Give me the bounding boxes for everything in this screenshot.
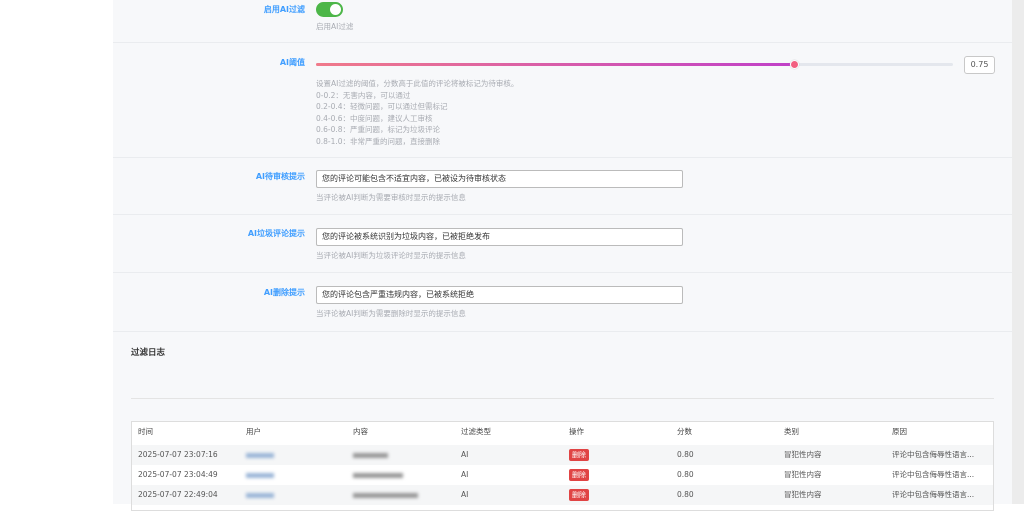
redacted-user [246,492,274,498]
delete-button[interactable]: 删除 [569,449,589,461]
enable-ai-label: 启用AI过滤 [263,5,305,14]
time-cell: 2025-07-07 23:04:49 [138,470,218,479]
spam-message-input[interactable]: 您的评论被系统识别为垃圾内容，已被拒绝发布 [316,228,683,246]
divider [131,398,994,399]
action-cell: 删除 [569,445,589,465]
threshold-row: AI阈值 0.75 设置AI过滤的阈值，分数高于此值的评论将被标记为待审核。 0… [113,43,1012,158]
help-line: 0.8-1.0：非常严重的问题，直接删除 [316,136,441,146]
help-line: 0.6-0.8：严重问题，标记为垃圾评论 [316,125,441,134]
action-cell: 删除 [569,485,589,505]
content-cell [353,485,418,505]
delete-message-input[interactable]: 您的评论包含严重违规内容，已被系统拒绝 [316,286,683,304]
time-cell: 2025-07-07 23:07:16 [138,450,218,459]
user-cell[interactable] [246,485,274,505]
pending-row: AI待审核提示 您的评论可能包含不适宜内容，已被设为待审核状态 当评论被AI判断… [113,158,1012,215]
redacted-user [246,452,274,458]
threshold-label: AI阈值 [279,58,305,67]
time-cell: 2025-07-07 22:49:04 [138,490,218,499]
redacted-content [353,452,388,458]
category-cell: 冒犯性内容 [784,470,822,479]
help-line: 0-0.2：无害内容，可以通过 [316,90,411,100]
scrollbar[interactable] [1012,0,1024,504]
settings-panel: 启用AI过滤 启用AI过滤 AI阈值 0.75 设置AI过滤的阈值，分数高于此值… [113,0,1012,511]
spam-row: AI垃圾评论提示 您的评论被系统识别为垃圾内容，已被拒绝发布 当评论被AI判断为… [113,215,1012,273]
delete-button[interactable]: 删除 [569,469,589,481]
user-cell[interactable] [246,465,274,485]
category-cell: 冒犯性内容 [784,450,822,459]
filter-log-title: 过滤日志 [131,348,166,358]
content-cell [353,465,403,485]
redacted-user [246,472,274,478]
type-cell: AI [461,490,469,499]
threshold-slider[interactable] [316,60,953,69]
reason-cell: 评论中包含侮辱性语言... [892,490,975,499]
pending-label: AI待审核提示 [255,172,305,181]
table-row: 2025-07-07 23:04:49 AI 删除 0.80 冒犯性内容 评论中… [132,465,993,485]
help-line: 设置AI过滤的阈值，分数高于此值的评论将被标记为待审核。 [316,79,519,88]
column-header: 内容 [353,427,368,436]
reason-cell: 评论中包含侮辱性语言... [892,450,975,459]
enable-ai-row: 启用AI过滤 启用AI过滤 [113,0,1012,43]
type-cell: AI [461,470,469,479]
column-header: 类别 [784,427,799,436]
content-cell [353,445,388,465]
redacted-content [353,472,403,478]
category-cell: 冒犯性内容 [784,490,822,499]
reason-cell: 评论中包含侮辱性语言... [892,470,975,479]
spam-help: 当评论被AI判断为垃圾评论时显示的提示信息 [316,251,466,260]
column-header: 时间 [138,427,153,436]
enable-ai-toggle[interactable] [316,2,343,17]
threshold-help: 设置AI过滤的阈值，分数高于此值的评论将被标记为待审核。 0-0.2：无害内容，… [316,78,518,147]
filter-log-table: 时间 用户 内容 过滤类型 操作 分数 类别 原因 2025-07-07 23:07:16 A… [131,421,994,511]
column-header: 原因 [892,427,907,436]
column-header: 用户 [246,427,261,436]
action-cell: 删除 [569,465,589,485]
enable-ai-help: 启用AI过滤 [316,22,354,31]
slider-fill [316,63,794,66]
delete-button[interactable]: 删除 [569,489,589,501]
pending-message-input[interactable]: 您的评论可能包含不适宜内容，已被设为待审核状态 [316,170,683,188]
delete-label: AI删除提示 [263,288,305,297]
delete-row: AI删除提示 您的评论包含严重违规内容，已被系统拒绝 当评论被AI判断为需要删除… [113,273,1012,332]
table-row: 2025-07-07 23:07:16 AI 删除 0.80 冒犯性内容 评论中… [132,445,993,465]
redacted-content [353,492,418,498]
score-cell: 0.80 [677,470,694,479]
column-header: 分数 [677,427,692,436]
slider-thumb[interactable] [789,60,799,69]
user-cell[interactable] [246,445,274,465]
score-cell: 0.80 [677,450,694,459]
column-header: 过滤类型 [461,427,491,436]
table-row: 2025-07-07 22:49:04 AI 删除 0.80 冒犯性内容 评论中… [132,485,993,505]
threshold-input[interactable]: 0.75 [964,56,995,74]
column-header: 操作 [569,427,584,436]
table-header: 时间 用户 内容 过滤类型 操作 分数 类别 原因 [132,422,993,442]
sidebar [0,0,113,504]
pending-help: 当评论被AI判断为需要审核时显示的提示信息 [316,193,466,202]
help-line: 0.4-0.6：中度问题，建议人工审核 [316,113,433,123]
type-cell: AI [461,450,469,459]
delete-help: 当评论被AI判断为需要删除时显示的提示信息 [316,309,466,318]
score-cell: 0.80 [677,490,694,499]
help-line: 0.2-0.4：轻微问题，可以通过但需标记 [316,102,448,111]
spam-label: AI垃圾评论提示 [247,229,305,238]
toggle-knob [330,4,341,15]
